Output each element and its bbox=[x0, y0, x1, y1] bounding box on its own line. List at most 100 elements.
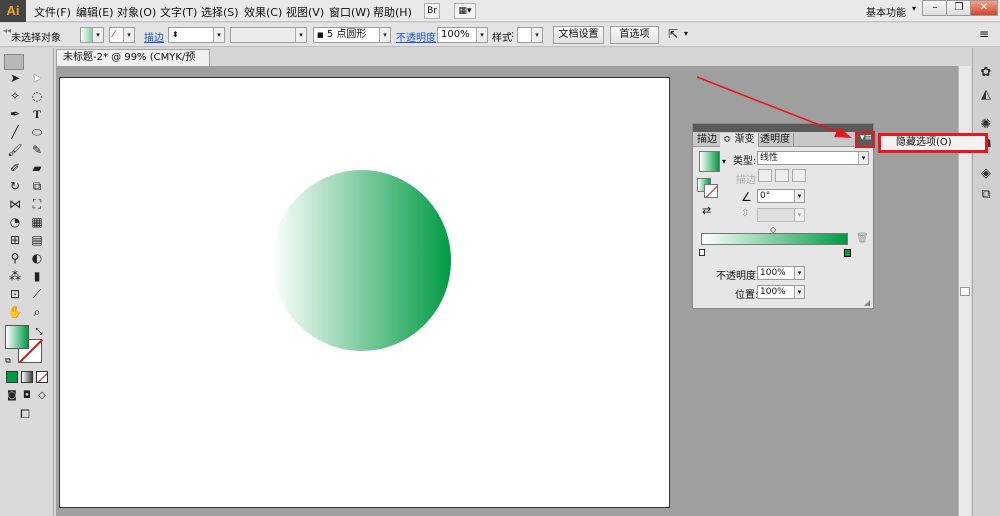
resize-grip-icon[interactable]: ◢ bbox=[864, 298, 870, 307]
gradient-stop-start[interactable] bbox=[699, 249, 705, 256]
menu-edit[interactable]: 编辑(E) bbox=[76, 4, 114, 20]
pen-icon[interactable]: ✒ bbox=[6, 106, 24, 122]
stepper-icon[interactable]: ⬍ bbox=[172, 30, 179, 39]
draw-inside-icon[interactable]: ◇ bbox=[35, 388, 49, 404]
swap-fill-stroke-icon[interactable]: ⤡ bbox=[34, 324, 44, 340]
panel-title-bar[interactable] bbox=[693, 124, 873, 132]
brushes-icon[interactable]: ✺ bbox=[979, 118, 993, 132]
opacity-field[interactable]: 100% ▾ bbox=[437, 27, 488, 43]
menu-bar: Ai 文件(F) 编辑(E) 对象(O) 文字(T) 选择(S) 效果(C) 视… bbox=[0, 0, 1000, 22]
stroke-indicator[interactable] bbox=[704, 184, 718, 198]
menu-file[interactable]: 文件(F) bbox=[34, 4, 71, 20]
menu-effect[interactable]: 效果(C) bbox=[244, 4, 282, 20]
workspace-switcher[interactable]: 基本功能 bbox=[866, 4, 906, 19]
gradient-preview-swatch[interactable] bbox=[699, 151, 720, 172]
tab-stroke[interactable]: 描边 bbox=[694, 133, 721, 147]
hide-options-item[interactable]: 隐藏选项(O) bbox=[896, 136, 952, 150]
angle-field[interactable]: 0° ▾ bbox=[757, 189, 805, 203]
screen-mode-icon[interactable]: ⧠ bbox=[16, 406, 34, 422]
menu-window[interactable]: 窗口(W) bbox=[329, 4, 370, 20]
line-segment-icon[interactable]: ╱ bbox=[6, 124, 24, 140]
chevron-down-icon[interactable]: ▾ bbox=[684, 29, 688, 38]
stop-location-field[interactable]: 100% ▾ bbox=[757, 285, 805, 299]
type-icon[interactable]: T bbox=[28, 106, 46, 122]
stroke-link[interactable]: 描边 bbox=[144, 29, 164, 44]
draw-normal-icon[interactable]: ◙ bbox=[5, 388, 19, 404]
slice-icon[interactable]: ⟋ bbox=[28, 286, 46, 302]
color-icon[interactable]: ◭ bbox=[979, 88, 993, 102]
menu-help[interactable]: 帮助(H) bbox=[373, 4, 412, 20]
scrollbar-thumb[interactable] bbox=[960, 287, 970, 296]
blend-icon[interactable]: ◐ bbox=[28, 250, 46, 266]
shape-builder-icon[interactable]: ◔ bbox=[6, 214, 24, 230]
eyedropper-icon[interactable]: ⚲ bbox=[6, 250, 24, 266]
workspace-dropdown-icon[interactable]: ▾ bbox=[912, 4, 916, 13]
symbol-sprayer-icon[interactable]: ⁂ bbox=[6, 268, 24, 284]
layers-icon[interactable]: ◈ bbox=[979, 167, 993, 181]
gradient-mode-button[interactable] bbox=[21, 371, 33, 383]
paintbrush-icon[interactable]: 🖌 bbox=[6, 142, 24, 158]
minimize-button[interactable]: – bbox=[922, 0, 948, 16]
magnifier-icon[interactable]: ⌕ bbox=[28, 304, 46, 320]
mesh-icon[interactable]: ⊞ bbox=[6, 232, 24, 248]
artboards-panel-icon[interactable]: ⧉ bbox=[979, 188, 993, 202]
hand-icon[interactable]: ✋ bbox=[6, 304, 24, 320]
gradient-slider[interactable] bbox=[701, 233, 848, 245]
variable-width-profile[interactable]: ▾ bbox=[230, 27, 307, 43]
draw-behind-icon[interactable]: ◘ bbox=[20, 388, 34, 404]
perspective-grid-icon[interactable]: ▦ bbox=[28, 214, 46, 230]
rotate-icon[interactable]: ↻ bbox=[6, 178, 24, 194]
tab-gradient[interactable]: ≎ 渐变 bbox=[720, 133, 759, 147]
stroke-swatch[interactable]: ⁄ ▾ bbox=[109, 27, 135, 43]
selection-arrow-icon[interactable]: ➤ bbox=[6, 70, 24, 86]
menu-select[interactable]: 选择(S) bbox=[201, 4, 239, 20]
preferences-button[interactable]: 首选项 bbox=[610, 26, 659, 44]
menu-type[interactable]: 文字(T) bbox=[160, 4, 197, 20]
none-mode-button[interactable] bbox=[36, 371, 48, 383]
gradient-tool-icon[interactable]: ▤ bbox=[28, 232, 46, 248]
color-guide-icon[interactable]: ✿ bbox=[979, 66, 993, 80]
ellipse-icon[interactable]: ⬭ bbox=[28, 124, 46, 140]
chevron-down-icon[interactable]: ▾ bbox=[722, 157, 726, 166]
bridge-button[interactable]: Br bbox=[424, 3, 440, 19]
fill-swatch[interactable]: ▾ bbox=[80, 27, 104, 43]
document-tab[interactable]: 未标题-2* @ 99% (CMYK/预览) × bbox=[56, 49, 210, 79]
menu-object[interactable]: 对象(O) bbox=[117, 4, 156, 20]
free-transform-icon[interactable]: ⛶ bbox=[28, 196, 46, 212]
blob-brush-icon[interactable]: ✐ bbox=[6, 160, 24, 176]
menu-view[interactable]: 视图(V) bbox=[286, 4, 324, 20]
arrange-documents-button[interactable]: ▦▾ bbox=[454, 3, 476, 19]
artboard-icon[interactable]: ⊡ bbox=[6, 286, 24, 302]
graphic-style-swatch[interactable]: ▾ bbox=[517, 27, 543, 43]
opacity-link[interactable]: 不透明度 bbox=[396, 29, 436, 44]
isolate-object-icon[interactable]: ⇱ bbox=[668, 27, 678, 41]
trash-icon[interactable]: 🗑 bbox=[856, 233, 869, 244]
chevron-down-icon: ▾ bbox=[794, 209, 804, 221]
gradient-type-select[interactable]: 线性 ▾ bbox=[757, 151, 869, 165]
panel-menu-button[interactable]: ▾≡ bbox=[855, 131, 875, 148]
gradient-circle[interactable] bbox=[272, 170, 451, 351]
scale-icon[interactable]: ⧉ bbox=[28, 178, 46, 194]
close-window-button[interactable]: ✕ bbox=[970, 0, 998, 16]
width-tool-icon[interactable]: ⋈ bbox=[6, 196, 24, 212]
magic-wand-icon[interactable]: ✧ bbox=[6, 88, 24, 104]
tab-transparency[interactable]: 透明度 bbox=[757, 133, 794, 147]
default-colors-icon[interactable]: ⧉ bbox=[3, 353, 13, 369]
eraser-icon[interactable]: ▰ bbox=[28, 160, 46, 176]
brush-definition[interactable]: ■ 5 点圆形 ▾ bbox=[313, 27, 391, 43]
panel-menu-icon[interactable]: ≡ bbox=[979, 27, 989, 41]
direct-selection-icon[interactable]: ➤ bbox=[28, 70, 46, 86]
lasso-icon[interactable]: ◌ bbox=[28, 88, 46, 104]
tool-active-bg bbox=[4, 54, 24, 70]
restore-button[interactable]: ❐ bbox=[946, 0, 972, 16]
color-mode-button[interactable] bbox=[6, 371, 18, 383]
stop-opacity-field[interactable]: 100% ▾ bbox=[757, 266, 805, 280]
column-graph-icon[interactable]: ▮ bbox=[28, 268, 46, 284]
stroke-weight-field[interactable]: ⬍ ▾ bbox=[168, 27, 225, 43]
pencil-icon[interactable]: ✎ bbox=[28, 142, 46, 158]
gradient-stop-end[interactable] bbox=[844, 249, 851, 257]
reverse-gradient-icon[interactable]: ⇄ bbox=[702, 204, 711, 217]
document-setup-button[interactable]: 文档设置 bbox=[553, 26, 604, 44]
selection-status: 未选择对象 bbox=[11, 33, 61, 44]
fill-color-front[interactable] bbox=[5, 325, 29, 349]
